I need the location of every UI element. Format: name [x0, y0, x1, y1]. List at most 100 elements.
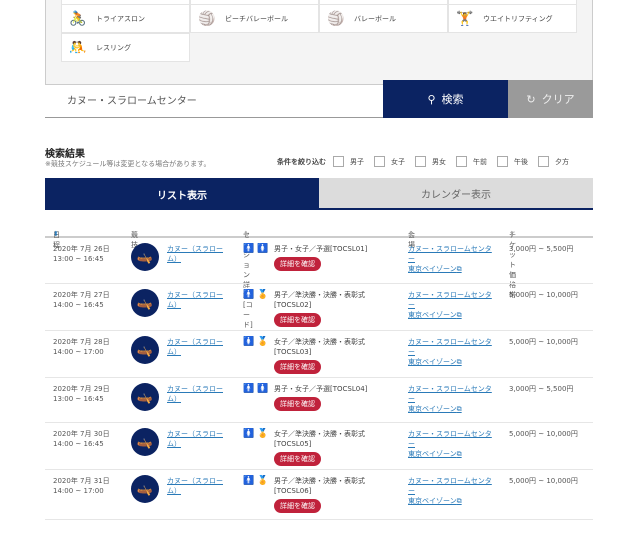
wrestling-icon: 🤼	[69, 39, 87, 56]
event-link[interactable]: カヌー（スラローム）	[167, 429, 227, 449]
sport-item-wrestling[interactable]: 🤼 レスリング	[61, 33, 190, 62]
canoe-slalom-icon: 🛶	[131, 428, 159, 456]
gender-medal-icons: 🚹🚺	[243, 244, 272, 254]
table-row: 2020年 7月 29日 13:00 ~ 16:45 🛶 カヌー（スラローム） 🚹…	[45, 378, 593, 423]
area-text: 東京ベイゾーン	[408, 450, 457, 458]
checkbox[interactable]	[497, 156, 508, 167]
sport-item-beach-volleyball[interactable]: 🏐 ビーチバレーボール	[190, 4, 319, 33]
sport-label: レスリング	[96, 43, 131, 52]
search-button[interactable]: ⚲ 検索	[383, 80, 508, 118]
external-link-icon: ⧉	[456, 311, 462, 319]
area-text: 東京ベイゾーン	[408, 265, 457, 273]
area-link[interactable]: 東京ベイゾーン⧉	[408, 404, 498, 414]
venue-link[interactable]: カヌー・スラロームセンター	[408, 244, 498, 264]
sort-icon: ⬍	[408, 230, 414, 238]
checkbox[interactable]	[415, 156, 426, 167]
filter-evening[interactable]: 夕方	[538, 156, 569, 167]
session-text: 男子／準決勝・決勝・表彰式[TOCSL02]	[274, 291, 365, 309]
sport-item-volleyball[interactable]: 🏐 バレーボール	[319, 4, 448, 33]
filter-text: 午前	[473, 157, 487, 166]
filter-label: 条件を絞り込む	[277, 157, 326, 166]
sort-icon: ⬍	[243, 230, 249, 238]
venue-link[interactable]: カヌー・スラロームセンター	[408, 384, 498, 404]
sport-label: トライアスロン	[96, 14, 145, 23]
session-text: 男子・女子／予選[TOCSL04]	[274, 385, 368, 393]
filter-bar: 条件を絞り込む 男子 女子 男女 午前 午後 夕方	[277, 156, 569, 167]
filter-afternoon[interactable]: 午後	[497, 156, 528, 167]
gender-medal-icons: 🚹🚺	[243, 384, 272, 394]
date-text: 2020年 7月 29日	[53, 385, 110, 393]
filter-mixed[interactable]: 男女	[415, 156, 446, 167]
venue-link[interactable]: カヌー・スラロームセンター	[408, 290, 498, 310]
details-button[interactable]: 詳細を確認	[274, 360, 321, 374]
clear-button[interactable]: ↻ クリア	[508, 80, 593, 118]
session-text: 女子／準決勝・決勝・表彰式[TOCSL03]	[274, 338, 365, 356]
tab-list-view[interactable]: リスト表示	[45, 178, 319, 210]
venue: カヌー・スラロームセンター 東京ベイゾーン⧉	[408, 290, 498, 320]
area-link[interactable]: 東京ベイゾーン⧉	[408, 310, 498, 320]
area-text: 東京ベイゾーン	[408, 358, 457, 366]
event-link[interactable]: カヌー（スラローム）	[167, 244, 227, 264]
table-row: 2020年 7月 26日 13:00 ~ 16:45 🛶 カヌー（スラローム） 🚹…	[45, 238, 593, 284]
session-date: 2020年 7月 26日 13:00 ~ 16:45	[53, 244, 110, 264]
event-link[interactable]: カヌー（スラローム）	[167, 476, 227, 496]
event-link[interactable]: カヌー（スラローム）	[167, 337, 227, 357]
session-date: 2020年 7月 30日 14:00 ~ 16:45	[53, 429, 110, 449]
event-link[interactable]: カヌー（スラローム）	[167, 290, 227, 310]
time-text: 13:00 ~ 16:45	[53, 255, 104, 263]
sport-item-triathlon[interactable]: 🚴 トライアスロン	[61, 4, 190, 33]
venue-link[interactable]: カヌー・スラロームセンター	[408, 476, 498, 496]
checkbox[interactable]	[333, 156, 344, 167]
sort-icon: ⬍	[509, 230, 515, 238]
event-link[interactable]: カヌー（スラローム）	[167, 384, 227, 404]
external-link-icon: ⧉	[456, 497, 462, 505]
details-button[interactable]: 詳細を確認	[274, 397, 321, 411]
session-text: 男子・女子／予選[TOCSL01]	[274, 245, 368, 253]
area-link[interactable]: 東京ベイゾーン⧉	[408, 264, 498, 274]
filter-men[interactable]: 男子	[333, 156, 364, 167]
details-button[interactable]: 詳細を確認	[274, 257, 321, 271]
area-link[interactable]: 東京ベイゾーン⧉	[408, 496, 498, 506]
checkbox[interactable]	[538, 156, 549, 167]
sort-icon: ⬍	[53, 230, 59, 238]
time-text: 14:00 ~ 16:45	[53, 440, 104, 448]
filter-text: 男子	[350, 157, 364, 166]
sort-icon: ⬍	[131, 230, 137, 238]
tab-calendar-view[interactable]: カレンダー表示	[319, 178, 593, 210]
canoe-slalom-icon: 🛶	[131, 289, 159, 317]
external-link-icon: ⧉	[456, 450, 462, 458]
sport-label: ウエイトリフティング	[483, 14, 553, 23]
sport-item-weightlifting[interactable]: 🏋 ウエイトリフティング	[448, 4, 577, 33]
session-date: 2020年 7月 29日 13:00 ~ 16:45	[53, 384, 110, 404]
date-text: 2020年 7月 27日	[53, 291, 110, 299]
session-detail: 男子／準決勝・決勝・表彰式[TOCSL06] 詳細を確認	[274, 476, 396, 513]
area-link[interactable]: 東京ベイゾーン⧉	[408, 449, 498, 459]
sport-label: バレーボール	[354, 14, 396, 23]
sport-filter-panel: 🚴 トライアスロン 🏐 ビーチバレーボール 🏐 バレーボール 🏋 ウエイトリフティング …	[45, 0, 593, 85]
venue-link[interactable]: カヌー・スラロームセンター	[408, 337, 498, 357]
canoe-slalom-icon: 🛶	[131, 383, 159, 411]
external-link-icon: ⧉	[456, 265, 462, 273]
details-button[interactable]: 詳細を確認	[274, 452, 321, 466]
details-button[interactable]: 詳細を確認	[274, 499, 321, 513]
time-text: 14:00 ~ 17:00	[53, 348, 104, 356]
search-icon: ⚲	[427, 92, 436, 106]
gender-medal-icons: 🚺🏅	[243, 429, 272, 439]
external-link-icon: ⧉	[456, 405, 462, 413]
venue-search-input[interactable]: カヌー・スラロームセンター	[45, 85, 383, 118]
details-button[interactable]: 詳細を確認	[274, 313, 321, 327]
refresh-icon: ↻	[526, 92, 536, 106]
session-detail: 女子／準決勝・決勝・表彰式[TOCSL05] 詳細を確認	[274, 429, 396, 466]
area-link[interactable]: 東京ベイゾーン⧉	[408, 357, 498, 367]
checkbox[interactable]	[456, 156, 467, 167]
venue-link[interactable]: カヌー・スラロームセンター	[408, 429, 498, 449]
filter-women[interactable]: 女子	[374, 156, 405, 167]
filter-text: 女子	[391, 157, 405, 166]
date-text: 2020年 7月 28日	[53, 338, 110, 346]
checkbox[interactable]	[374, 156, 385, 167]
venue: カヌー・スラロームセンター 東京ベイゾーン⧉	[408, 337, 498, 367]
session-detail: 男子・女子／予選[TOCSL01] 詳細を確認	[274, 244, 396, 271]
filter-morning[interactable]: 午前	[456, 156, 487, 167]
session-detail: 男子／準決勝・決勝・表彰式[TOCSL02] 詳細を確認	[274, 290, 396, 327]
price-range: 5,000円 ~ 10,000円	[509, 291, 578, 299]
